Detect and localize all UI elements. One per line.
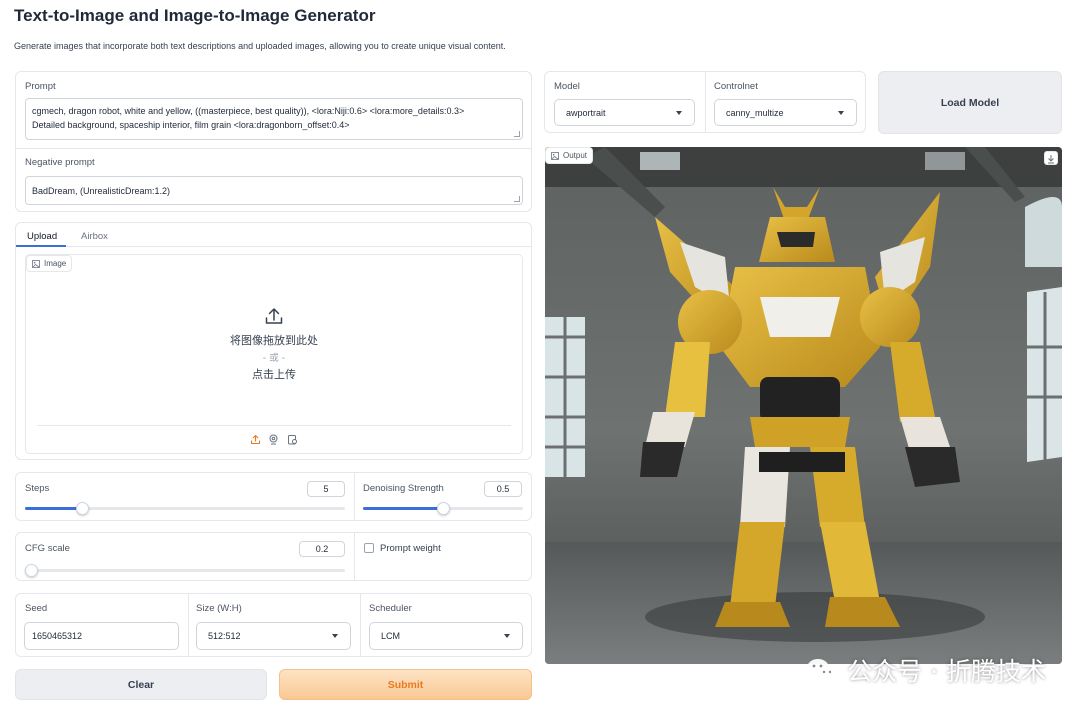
denoising-slider[interactable] [363, 502, 523, 515]
model-label: Model [554, 81, 580, 92]
resize-handle-icon[interactable] [514, 131, 520, 137]
chevron-down-icon [676, 110, 682, 115]
denoising-number-input[interactable]: 0.5 [484, 481, 522, 497]
model-value: awportrait [566, 107, 606, 118]
tab-upload[interactable]: Upload [27, 231, 57, 242]
steps-slider-fill [25, 507, 83, 510]
watermark: 公众号 · 折腾技术 [805, 652, 1046, 688]
seed-panel: Seed 1650465312 Size (W:H) 512:512 Sched… [15, 593, 532, 657]
page-subtitle: Generate images that incorporate both te… [14, 41, 506, 51]
cfg-panel: CFG scale 0.2 Prompt weight [15, 532, 532, 581]
divider [705, 72, 706, 132]
chevron-down-icon [838, 110, 844, 115]
drop-text: 将图像拖放到此处 [230, 334, 318, 347]
divider [188, 594, 189, 656]
chevron-down-icon [504, 634, 510, 638]
active-tab-indicator [16, 245, 66, 247]
wechat-icon [807, 659, 838, 681]
negative-prompt-value: BadDream, (UnrealisticDream:1.2) [32, 186, 171, 196]
image-icon [32, 259, 40, 268]
scheduler-value: LCM [381, 631, 401, 641]
size-select[interactable]: 512:512 [196, 622, 351, 650]
load-model-button[interactable]: Load Model [878, 71, 1062, 134]
cfg-number-input[interactable]: 0.2 [299, 541, 345, 557]
size-value: 512:512 [208, 631, 241, 641]
image-tag: Image [26, 255, 73, 272]
denoising-slider-fill [363, 507, 443, 510]
image-tag-label: Image [44, 259, 67, 268]
prompt-label: Prompt [25, 81, 56, 92]
prompt-weight-label: Prompt weight [380, 543, 441, 554]
cfg-slider-thumb[interactable] [24, 564, 38, 577]
steps-slider[interactable] [25, 502, 345, 515]
chevron-down-icon [332, 634, 338, 638]
upload-icon [265, 308, 283, 324]
steps-panel: Steps 5 Denoising Strength 0.5 [15, 472, 532, 521]
cfg-label: CFG scale [25, 543, 70, 554]
watermark-text: 公众号 · 折腾技术 [847, 657, 1046, 686]
download-icon [1048, 155, 1054, 164]
resize-handle-icon[interactable] [514, 196, 520, 202]
negative-prompt-input[interactable]: BadDream, (UnrealisticDream:1.2) [25, 176, 523, 205]
or-text: - 或 - [262, 353, 286, 364]
download-button[interactable] [1044, 151, 1058, 165]
prompt-line-2: Detailed background, spaceship interior,… [32, 120, 350, 130]
output-image: Output [545, 147, 1062, 664]
output-tag: Output [545, 147, 594, 164]
prompt-input[interactable]: cgmech, dragon robot, white and yellow, … [25, 98, 523, 140]
image-dropzone[interactable]: Image 将图像拖放到此处 - 或 - 点击上传 [25, 254, 523, 454]
upload-panel: Upload Airbox Image 将图像拖放到此处 - 或 - 点击上传 [15, 222, 532, 460]
divider [16, 148, 531, 149]
submit-button[interactable]: Submit [279, 669, 532, 700]
negative-prompt-label: Negative prompt [25, 157, 95, 168]
click-upload-text: 点击上传 [252, 368, 296, 381]
divider [360, 594, 361, 656]
steps-number-input[interactable]: 5 [307, 481, 345, 497]
source-divider [37, 425, 511, 426]
model-panel: Model awportrait Controlnet canny_multiz… [544, 71, 866, 133]
denoising-label: Denoising Strength [363, 483, 444, 494]
seed-input[interactable]: 1650465312 [24, 622, 179, 650]
divider [354, 473, 355, 520]
cfg-slider[interactable] [24, 564, 345, 577]
divider [354, 533, 355, 580]
steps-label: Steps [25, 483, 50, 494]
clear-button[interactable]: Clear [15, 669, 267, 700]
controlnet-value: canny_multize [726, 107, 784, 118]
tab-divider [66, 246, 531, 247]
robot-image [545, 147, 1062, 664]
prompt-weight-checkbox[interactable] [364, 543, 374, 553]
upload-source-icon[interactable] [250, 434, 261, 445]
prompt-panel: Prompt cgmech, dragon robot, white and y… [15, 71, 532, 212]
steps-slider-thumb[interactable] [76, 502, 90, 515]
scheduler-select[interactable]: LCM [369, 622, 523, 650]
page-title: Text-to-Image and Image-to-Image Generat… [14, 6, 376, 25]
prompt-line-1: cgmech, dragon robot, white and yellow, … [32, 106, 465, 116]
seed-label: Seed [25, 603, 48, 614]
controlnet-label: Controlnet [714, 81, 758, 92]
image-icon [551, 151, 559, 160]
clipboard-icon[interactable] [287, 434, 298, 445]
output-tag-label: Output [563, 151, 588, 160]
size-label: Size (W:H) [196, 603, 242, 614]
scheduler-label: Scheduler [369, 603, 412, 614]
model-select[interactable]: awportrait [554, 99, 695, 126]
controlnet-select[interactable]: canny_multize [714, 99, 857, 126]
webcam-icon[interactable] [268, 434, 279, 445]
denoising-slider-thumb[interactable] [436, 502, 450, 515]
tab-airbox[interactable]: Airbox [81, 231, 108, 242]
